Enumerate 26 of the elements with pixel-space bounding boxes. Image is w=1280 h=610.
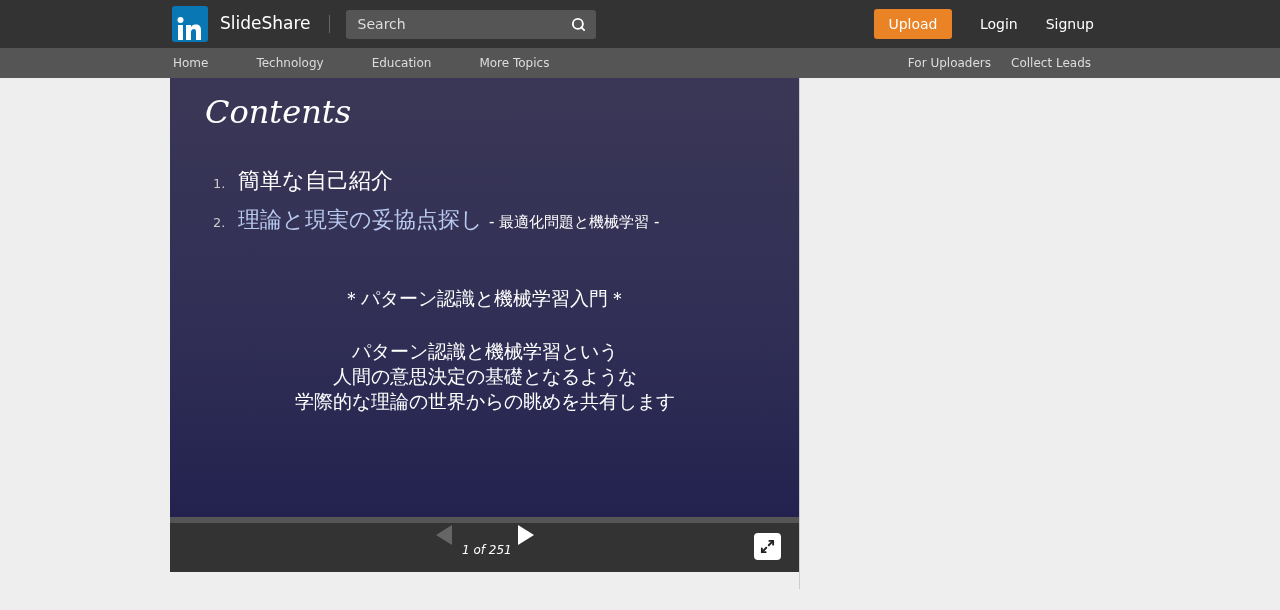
slide-counter: 1 of 251 bbox=[462, 542, 512, 559]
nav-link[interactable]: Education bbox=[371, 54, 432, 72]
list-item-text: 理論と現実の妥協点探し bbox=[238, 206, 483, 234]
nav-link[interactable]: More Topics bbox=[479, 54, 550, 72]
nav-link[interactable]: Collect Leads bbox=[1011, 54, 1091, 72]
header-link[interactable]: Signup bbox=[1045, 13, 1094, 35]
logo-icon[interactable] bbox=[172, 6, 208, 42]
list-item-text: 簡単な自己紹介 bbox=[238, 167, 393, 195]
list-number: 1. bbox=[212, 175, 227, 193]
slide-title: Contents bbox=[205, 92, 353, 133]
slide-text-line: 学際的な理論の世界からの眺めを共有します bbox=[294, 388, 675, 414]
expand-icon bbox=[760, 539, 775, 554]
slide-text-line: 人間の意思決定の基礎となるような bbox=[332, 363, 637, 389]
header-link[interactable]: Login bbox=[979, 13, 1018, 35]
nav-link[interactable]: Home bbox=[173, 54, 209, 72]
slide-text-line: パターン認識と機械学習という bbox=[351, 338, 618, 364]
nav-link[interactable]: For Uploaders bbox=[907, 54, 992, 72]
list-item-subtitle: - 最適化問題と機械学習 - bbox=[489, 212, 660, 233]
slide-heading: ＊パターン認識と機械学習入門＊ bbox=[341, 286, 628, 311]
next-slide-button[interactable] bbox=[516, 524, 536, 546]
search-field[interactable]: Search bbox=[345, 9, 596, 39]
search-icon[interactable] bbox=[570, 16, 586, 32]
list-number: 2. bbox=[212, 214, 227, 232]
fullscreen-button[interactable] bbox=[754, 533, 781, 560]
nav-link[interactable]: Technology bbox=[256, 54, 324, 72]
brand-name[interactable]: SlideShare bbox=[220, 11, 311, 37]
